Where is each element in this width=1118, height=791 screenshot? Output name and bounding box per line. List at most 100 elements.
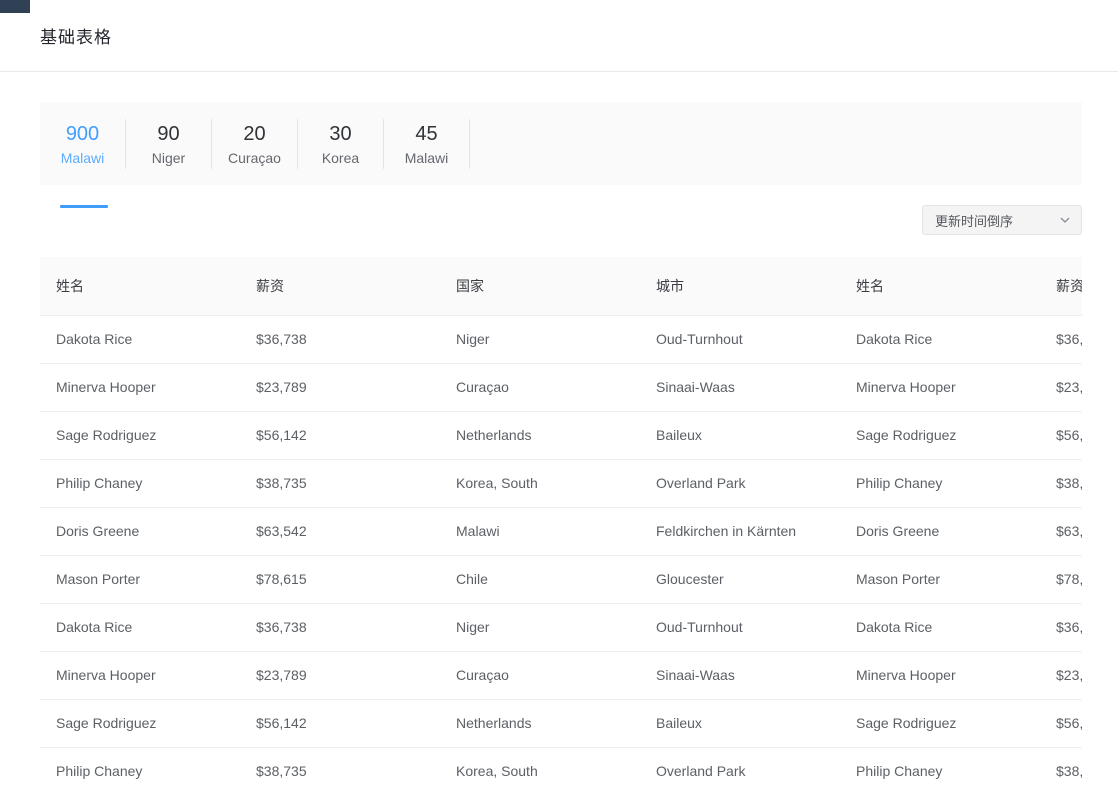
stat-tab-label: Korea — [321, 149, 360, 166]
table-cell: Sage Rodriguez — [40, 699, 240, 748]
table-row: Sage Rodriguez $56,142 Netherlands Baileux S… — [40, 699, 1082, 748]
table-cell: Sage Rodriguez — [840, 699, 1040, 748]
table-cell: $56,142 — [1040, 699, 1082, 748]
table-cell: Oud-Turnhout — [640, 603, 840, 652]
table-cell: $63,542 — [1040, 507, 1082, 556]
table-cell: Philip Chaney — [840, 459, 1040, 508]
table-cell: $38,735 — [240, 747, 440, 791]
table-container[interactable]: 姓名 薪资 国家 城市 姓名 薪资 Dakota Rice $36,738 Niger Oud-… — [40, 257, 1082, 791]
table-cell: Sage Rodriguez — [40, 411, 240, 460]
stats-tabs-panel: 900 Malawi 90 Niger 20 Curaçao 30 Korea 45 Malawi — [40, 102, 1082, 185]
table-cell: $36,738 — [1040, 315, 1082, 364]
table-cell: $63,542 — [240, 507, 440, 556]
table-cell: Doris Greene — [840, 507, 1040, 556]
table-cell: Sage Rodriguez — [840, 411, 1040, 460]
page-header: 基础表格 — [0, 0, 1118, 72]
stat-tab-value: 900 — [65, 122, 100, 145]
table-cell: Niger — [440, 603, 640, 652]
table-cell: Malawi — [440, 507, 640, 556]
table-cell: Dakota Rice — [40, 315, 240, 364]
table-cell: Chile — [440, 555, 640, 604]
table-cell: Korea, South — [440, 459, 640, 508]
table-cell: Sinaai-Waas — [640, 651, 840, 700]
table-cell: $38,735 — [1040, 459, 1082, 508]
stat-tab-curaçao-2[interactable]: 20 Curaçao — [212, 118, 298, 169]
stat-tab-label: Malawi — [404, 149, 449, 166]
table-cell: Dakota Rice — [840, 315, 1040, 364]
table-cell: Korea, South — [440, 747, 640, 791]
stat-tab-malawi-0[interactable]: 900 Malawi — [40, 118, 126, 169]
column-header: 城市 — [640, 257, 840, 316]
table-cell: Curaçao — [440, 363, 640, 412]
page-title: 基础表格 — [40, 28, 112, 47]
table-cell: Sinaai-Waas — [640, 363, 840, 412]
stat-tab-label: Malawi — [60, 149, 105, 166]
table-cell: Baileux — [640, 699, 840, 748]
table-row: Minerva Hooper $23,789 Curaçao Sinaai-Waas M… — [40, 363, 1082, 412]
active-tab-indicator — [60, 205, 108, 208]
table-cell: $56,142 — [1040, 411, 1082, 460]
stat-tab-value: 20 — [243, 122, 266, 145]
table-cell: $56,142 — [240, 411, 440, 460]
table-header-row: 姓名 薪资 国家 城市 姓名 薪资 — [40, 257, 1082, 316]
stat-tab-label: Niger — [151, 149, 186, 166]
data-table: 姓名 薪资 国家 城市 姓名 薪资 Dakota Rice $36,738 Niger Oud-… — [40, 257, 1082, 791]
table-cell: Philip Chaney — [840, 747, 1040, 791]
table-cell: Minerva Hooper — [40, 651, 240, 700]
content: 900 Malawi 90 Niger 20 Curaçao 30 Korea 45 Malawi… — [0, 72, 1118, 791]
table-cell: Baileux — [640, 411, 840, 460]
window-corner — [0, 0, 30, 13]
table-cell: $23,789 — [240, 363, 440, 412]
table-cell: Mason Porter — [840, 555, 1040, 604]
table-row: Dakota Rice $36,738 Niger Oud-Turnhout Dakot… — [40, 603, 1082, 652]
table-cell: Niger — [440, 315, 640, 364]
table-cell: Netherlands — [440, 699, 640, 748]
table-cell: Dakota Rice — [40, 603, 240, 652]
column-header: 国家 — [440, 257, 640, 316]
stat-tab-value: 45 — [415, 122, 438, 145]
table-cell: $36,738 — [1040, 603, 1082, 652]
table-cell: Overland Park — [640, 459, 840, 508]
table-cell: Oud-Turnhout — [640, 315, 840, 364]
column-header: 薪资 — [240, 257, 440, 316]
table-cell: $23,789 — [1040, 363, 1082, 412]
table-cell: Overland Park — [640, 747, 840, 791]
table-cell: Minerva Hooper — [840, 651, 1040, 700]
table-cell: $36,738 — [240, 315, 440, 364]
table-cell: Mason Porter — [40, 555, 240, 604]
table-cell: Doris Greene — [40, 507, 240, 556]
sort-dropdown-label: 更新时间倒序 — [935, 213, 1014, 229]
stat-tab-korea-3[interactable]: 30 Korea — [298, 118, 384, 169]
table-cell: $36,738 — [240, 603, 440, 652]
stat-tab-niger-1[interactable]: 90 Niger — [126, 118, 212, 169]
chevron-down-icon — [1060, 217, 1070, 223]
stat-tab-malawi-4[interactable]: 45 Malawi — [384, 118, 470, 169]
table-cell: $78,615 — [1040, 555, 1082, 604]
table-cell: $23,789 — [240, 651, 440, 700]
sort-dropdown[interactable]: 更新时间倒序 — [922, 205, 1082, 235]
table-cell: $23,789 — [1040, 651, 1082, 700]
table-cell: $38,735 — [240, 459, 440, 508]
column-header: 姓名 — [40, 257, 240, 316]
table-cell: Curaçao — [440, 651, 640, 700]
table-row: Philip Chaney $38,735 Korea, South Overland… — [40, 747, 1082, 791]
table-row: Doris Greene $63,542 Malawi Feldkirchen in … — [40, 507, 1082, 556]
table-cell: Dakota Rice — [840, 603, 1040, 652]
table-row: Mason Porter $78,615 Chile Gloucester Mason … — [40, 555, 1082, 604]
table-cell: $56,142 — [240, 699, 440, 748]
toolbar: 更新时间倒序 — [40, 205, 1082, 235]
table-row: Dakota Rice $36,738 Niger Oud-Turnhout Dakot… — [40, 315, 1082, 364]
stat-tab-value: 30 — [329, 122, 352, 145]
table-cell: Philip Chaney — [40, 459, 240, 508]
table-cell: Netherlands — [440, 411, 640, 460]
table-cell: Minerva Hooper — [40, 363, 240, 412]
table-cell: Gloucester — [640, 555, 840, 604]
table-cell: Minerva Hooper — [840, 363, 1040, 412]
table-row: Minerva Hooper $23,789 Curaçao Sinaai-Waas M… — [40, 651, 1082, 700]
table-cell: $78,615 — [240, 555, 440, 604]
stat-tab-label: Curaçao — [228, 149, 281, 166]
table-cell: $38,735 — [1040, 747, 1082, 791]
table-cell: Philip Chaney — [40, 747, 240, 791]
table-cell: Feldkirchen in Kärnten — [640, 507, 840, 556]
column-header: 薪资 — [1040, 257, 1082, 316]
